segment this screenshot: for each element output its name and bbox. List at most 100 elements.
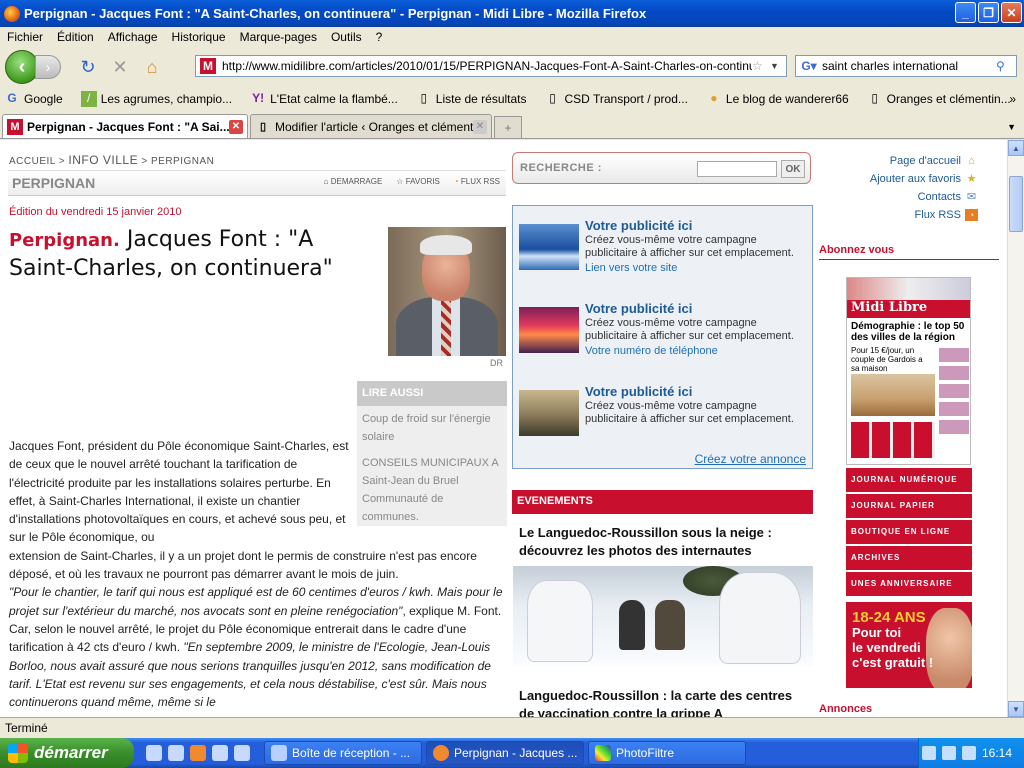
ad-link[interactable]: Lien vers votre site [585, 262, 677, 274]
scroll-thumb[interactable] [1009, 176, 1023, 232]
add-favorites-link[interactable]: Ajouter aux favoris ★ [840, 170, 978, 188]
page-icon: ▯ [549, 91, 556, 105]
events-header: EVENEMENTS [512, 490, 813, 514]
navigation-toolbar: ‹ › ↻ ✕ ⌂ M http://www.midilibre.com/art… [0, 47, 1024, 87]
home-icon[interactable]: ⌂ [139, 54, 165, 80]
article-paragraph: "Pour le chantier, le tarif qui nous est… [9, 583, 507, 711]
status-text: Terminé [5, 721, 48, 735]
quicklaunch-icon[interactable] [212, 745, 228, 761]
ad-item[interactable]: Votre publicité ici Créez vous-même votr… [519, 384, 809, 446]
page-icon: ▯ [871, 91, 878, 105]
accueil-link[interactable]: Page d'accueil ⌂ [840, 152, 978, 170]
volume-icon[interactable] [961, 746, 976, 760]
bookmark-etat[interactable]: Y! L'Etat calme la flambé... [246, 91, 398, 107]
rss-link[interactable]: Flux RSS ◔ [840, 206, 978, 224]
quicklaunch-icon[interactable] [146, 745, 162, 761]
event-link[interactable]: Le Languedoc-Roussillon sous la neige : … [519, 524, 809, 560]
demarrage-link[interactable]: ⌂ DEMARRAGE [324, 177, 383, 186]
minimize-button[interactable]: _ [955, 2, 976, 23]
scroll-down-icon[interactable]: ▼ [1008, 701, 1024, 717]
url-text[interactable]: http://www.midilibre.com/articles/2010/0… [222, 59, 752, 73]
quicklaunch-icon[interactable] [234, 745, 250, 761]
window-title: Perpignan - Jacques Font : "A Saint-Char… [24, 6, 647, 21]
journal-numerique-button[interactable]: JOURNAL NUMÉRIQUE [846, 468, 972, 492]
site-search-ok-button[interactable]: OK [781, 160, 805, 178]
menu-outils[interactable]: Outils [324, 30, 369, 44]
boutique-button[interactable]: BOUTIQUE EN LIGNE [846, 520, 972, 544]
menu-bar: Fichier Édition Affichage Historique Mar… [0, 27, 1024, 47]
ad-link[interactable]: Votre numéro de téléphone [585, 345, 718, 357]
menu-edition[interactable]: Édition [50, 30, 101, 44]
unes-anniversaire-button[interactable]: UNES ANNIVERSAIRE [846, 572, 972, 596]
photo-credit: DR [490, 358, 503, 368]
search-icon[interactable]: ⚲ [996, 59, 1016, 73]
task-outlook[interactable]: Boîte de réception - ... [264, 741, 422, 765]
task-photofiltre[interactable]: PhotoFiltre [588, 741, 746, 765]
bookmark-star-icon[interactable]: ☆ [752, 59, 770, 73]
site-search: RECHERCHE : OK [512, 152, 811, 184]
close-window-button[interactable]: ✕ [1001, 2, 1022, 23]
section-title: PERPIGNAN [12, 175, 96, 191]
event-photo[interactable] [513, 566, 813, 666]
forward-button[interactable]: › [35, 55, 61, 79]
vertical-scrollbar[interactable]: ▲ ▼ [1007, 140, 1024, 717]
ad-item[interactable]: Votre publicité ici Créez vous-même votr… [519, 301, 809, 363]
archives-button[interactable]: ARCHIVES [846, 546, 972, 570]
yahoo-icon: Y! [252, 91, 265, 105]
newspaper-masthead: Midi Libre [847, 300, 970, 318]
new-tab-button[interactable]: + [494, 116, 522, 138]
quicklaunch-icon[interactable] [190, 745, 206, 761]
breadcrumb-perpignan[interactable]: PERPIGNAN [151, 156, 214, 167]
bookmark-google[interactable]: G Google [0, 91, 62, 107]
midilibre-favicon-icon: M [7, 118, 23, 135]
tray-icon[interactable] [941, 746, 956, 760]
start-button[interactable]: démarrer [0, 738, 134, 768]
contacts-link[interactable]: Contacts ✉ [840, 188, 978, 206]
google-engine-icon[interactable]: G▾ [796, 59, 822, 73]
create-ad-link[interactable]: Créez votre annonce [695, 452, 806, 466]
stop-icon[interactable]: ✕ [107, 54, 133, 80]
bookmark-csd[interactable]: ▯ CSD Transport / prod... [541, 91, 688, 107]
tab-perpignan[interactable]: M Perpignan - Jacques Font : "A Sai... ✕ [2, 114, 248, 138]
mail-icon [271, 745, 287, 761]
more-bookmarks-icon[interactable]: » [1009, 92, 1016, 106]
bookmark-oranges[interactable]: ▯ Oranges et clémentin... [863, 91, 1010, 107]
newspaper-cover[interactable]: Midi Libre Démographie : le top 50 des v… [846, 277, 971, 465]
site-search-input[interactable] [697, 161, 777, 177]
url-dropdown-icon[interactable]: ▼ [770, 61, 786, 71]
tab-list-icon[interactable]: ▼ [1007, 122, 1016, 132]
tab-bar: M Perpignan - Jacques Font : "A Sai... ✕… [0, 111, 1024, 139]
bookmark-agrumes[interactable]: / Les agrumes, champio... [77, 91, 232, 107]
ad-item[interactable]: Votre publicité ici Créez vous-même votr… [519, 218, 809, 280]
window-titlebar: Perpignan - Jacques Font : "A Saint-Char… [0, 0, 1024, 27]
menu-fichier[interactable]: Fichier [0, 30, 50, 44]
address-bar[interactable]: M http://www.midilibre.com/articles/2010… [195, 55, 787, 77]
tray-icon[interactable] [921, 746, 936, 760]
search-input[interactable]: saint charles international [822, 59, 996, 73]
breadcrumb-info-ville[interactable]: INFO VILLE [68, 153, 138, 167]
scroll-up-icon[interactable]: ▲ [1008, 140, 1024, 156]
maximize-button[interactable]: ❐ [978, 2, 999, 23]
promo-banner[interactable]: 18-24 ANS Pour toi le vendredi c'est gra… [846, 602, 972, 688]
breadcrumb-accueil[interactable]: ACCUEIL [9, 156, 55, 167]
journal-papier-button[interactable]: JOURNAL PAPIER [846, 494, 972, 518]
menu-aide[interactable]: ? [369, 30, 390, 44]
menu-marque-pages[interactable]: Marque-pages [233, 30, 324, 44]
reload-icon[interactable]: ↻ [75, 54, 101, 80]
menu-affichage[interactable]: Affichage [101, 30, 165, 44]
breadcrumb: ACCUEIL > INFO VILLE > PERPIGNAN [9, 153, 215, 167]
back-button[interactable]: ‹ [5, 50, 39, 84]
bookmark-resultats[interactable]: ▯ Liste de résultats [412, 91, 526, 107]
bookmark-wanderer[interactable]: ● Le blog de wanderer66 [702, 91, 848, 107]
quicklaunch-icon[interactable] [168, 745, 184, 761]
task-firefox[interactable]: Perpignan - Jacques ... [426, 741, 584, 765]
search-bar[interactable]: G▾ saint charles international ⚲ [795, 55, 1017, 77]
close-tab-icon[interactable]: ✕ [473, 119, 487, 134]
menu-historique[interactable]: Historique [165, 30, 233, 44]
tab-modifier-article[interactable]: ▯ Modifier l'article ‹ Oranges et clémen… [250, 114, 492, 138]
favoris-link[interactable]: ☆ FAVORIS [396, 177, 440, 186]
flux-rss-link[interactable]: ◔ FLUX RSS [454, 177, 500, 186]
article-headline: Perpignan. Jacques Font : "A Saint-Charl… [9, 226, 379, 283]
event-link[interactable]: Languedoc-Roussillon : la carte des cent… [519, 687, 809, 717]
close-tab-icon[interactable]: ✕ [229, 119, 243, 134]
